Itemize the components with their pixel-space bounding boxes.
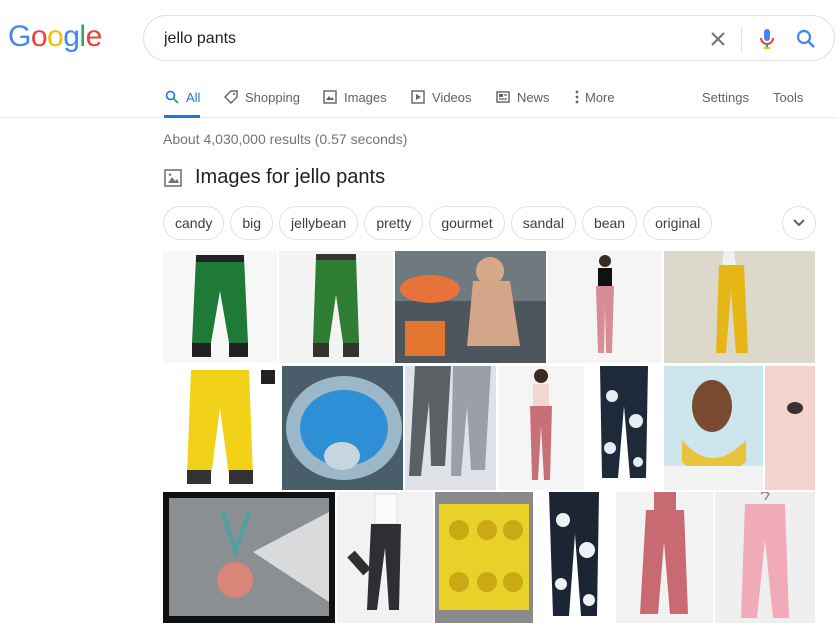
- image-result[interactable]: [163, 366, 280, 490]
- animation-still-image: [163, 492, 335, 623]
- green-pants-image: [313, 254, 359, 357]
- image-result[interactable]: [548, 251, 662, 363]
- tab-images[interactable]: Images: [322, 76, 387, 118]
- model-scarf-portrait-image: [664, 366, 763, 490]
- image-result[interactable]: [535, 492, 614, 623]
- tab-label: Videos: [432, 89, 472, 105]
- mannequin-yellow-pants-image: [664, 251, 815, 363]
- chevron-down-icon: [793, 219, 805, 227]
- images-section-title: Images for jello pants: [195, 166, 386, 188]
- logo-letter: e: [85, 20, 103, 53]
- tab-label: Images: [344, 89, 387, 105]
- image-result[interactable]: [163, 251, 277, 363]
- image-result[interactable]: [765, 366, 815, 490]
- close-icon: [711, 32, 725, 46]
- microphone-icon: [760, 29, 774, 49]
- logo-letter: g: [63, 20, 80, 53]
- tab-news[interactable]: News: [495, 76, 550, 118]
- logo-letter: o: [47, 20, 64, 53]
- image-result[interactable]: [163, 492, 335, 623]
- newspaper-icon: [495, 89, 511, 105]
- image-result[interactable]: [715, 492, 815, 623]
- image-result[interactable]: [498, 366, 584, 490]
- image-result[interactable]: [664, 366, 763, 490]
- green-pants-image: [192, 255, 248, 357]
- image-icon: [164, 168, 182, 187]
- clear-button[interactable]: [706, 27, 730, 51]
- image-result[interactable]: [586, 366, 662, 490]
- search-box: [143, 15, 835, 61]
- voice-search-button[interactable]: [755, 27, 779, 51]
- tag-icon: [223, 89, 239, 105]
- settings-link[interactable]: Settings: [702, 76, 749, 118]
- image-result[interactable]: [279, 251, 393, 363]
- black-pants-pose-image: [347, 493, 401, 610]
- yellow-ski-pants-image: [187, 370, 275, 484]
- logo-letter: o: [30, 20, 48, 53]
- grey-pants-image: [405, 366, 496, 490]
- play-icon: [410, 89, 426, 105]
- tab-more[interactable]: More: [573, 76, 615, 118]
- logo-letter: G: [8, 20, 31, 53]
- pink-closeup-image: [765, 366, 815, 490]
- expand-chips-button[interactable]: [782, 206, 816, 240]
- search-icon: [164, 89, 180, 105]
- child-kitchen-image: [395, 251, 546, 363]
- images-section-header[interactable]: Images for jello pants: [163, 166, 385, 189]
- model-floral-pants-image: [596, 255, 614, 353]
- refinement-chips: candy big jellybean pretty gourmet sanda…: [163, 206, 718, 240]
- tab-shopping[interactable]: Shopping: [223, 76, 300, 118]
- tab-label: More: [585, 89, 615, 105]
- image-result[interactable]: [337, 492, 433, 623]
- tab-label: All: [186, 89, 201, 105]
- tab-all[interactable]: All: [164, 76, 201, 118]
- chip[interactable]: sandal: [510, 206, 576, 240]
- tab-label: Tools: [773, 89, 804, 105]
- printed-pants-image: [549, 492, 599, 616]
- yellow-jelly-mold-image: [435, 492, 533, 623]
- image-result[interactable]: [664, 251, 815, 363]
- chip[interactable]: gourmet: [429, 206, 505, 240]
- tools-link[interactable]: Tools: [773, 76, 803, 118]
- tab-label: Shopping: [245, 89, 300, 105]
- tab-label: News: [517, 89, 550, 105]
- model-floral-pants-image: [530, 369, 552, 480]
- printed-pants-image: [600, 366, 648, 478]
- image-result[interactable]: [395, 251, 546, 363]
- image-result[interactable]: [282, 366, 403, 490]
- google-logo[interactable]: Google: [8, 20, 102, 54]
- chip[interactable]: bean: [581, 206, 638, 240]
- tab-videos[interactable]: Videos: [410, 76, 472, 118]
- image-result[interactable]: [616, 492, 713, 623]
- image-icon: [322, 89, 338, 105]
- search-submit-button[interactable]: [794, 27, 818, 51]
- chip[interactable]: jellybean: [279, 206, 359, 240]
- search-icon: [796, 29, 815, 48]
- more-vertical-icon: [573, 89, 581, 105]
- search-divider: [741, 26, 742, 52]
- result-stats: About 4,030,000 results (0.57 seconds): [163, 131, 408, 147]
- search-input[interactable]: [164, 29, 684, 49]
- search-tabs: All Shopping Images Videos News More Set…: [0, 76, 838, 118]
- tab-label: Settings: [702, 89, 749, 105]
- blue-jello-bowl-image: [282, 366, 403, 490]
- pink-pants-image: [741, 492, 789, 618]
- image-result[interactable]: [435, 492, 533, 623]
- floral-wrap-pants-image: [640, 492, 688, 614]
- chip[interactable]: original: [643, 206, 713, 240]
- chip[interactable]: big: [230, 206, 274, 240]
- chip[interactable]: pretty: [364, 206, 424, 240]
- chip[interactable]: candy: [163, 206, 225, 240]
- image-result[interactable]: [405, 366, 496, 490]
